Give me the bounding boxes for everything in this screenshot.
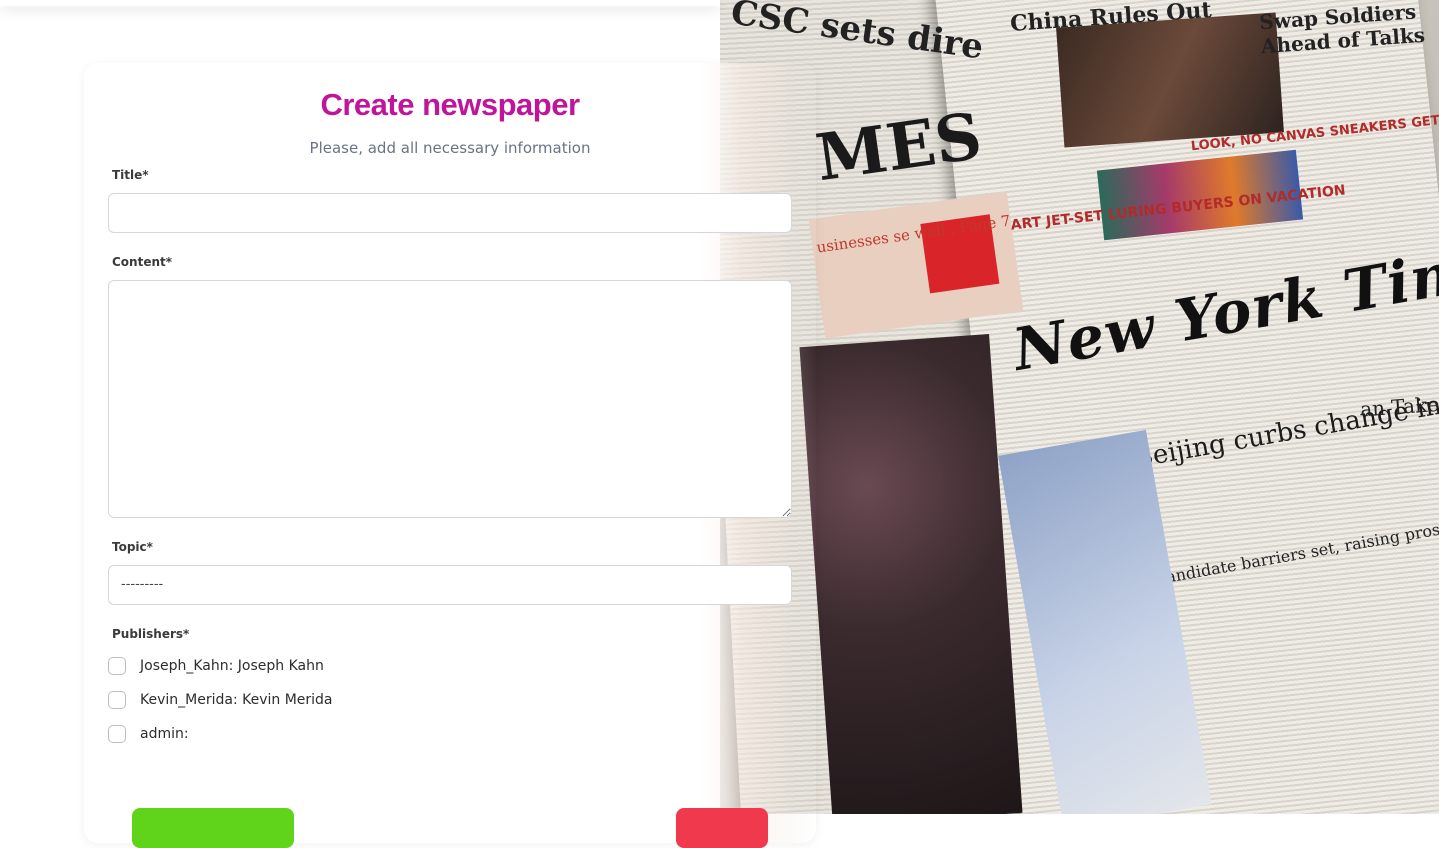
topic-select[interactable]: --------- xyxy=(108,565,792,605)
publisher-checkbox[interactable] xyxy=(108,725,126,743)
content-label: Content* xyxy=(112,255,173,269)
publishers-label: Publishers* xyxy=(112,627,190,641)
page-subtitle: Please, add all necessary information xyxy=(309,139,591,157)
page-title: Create newspaper xyxy=(320,87,580,122)
content-textarea[interactable] xyxy=(108,280,792,518)
publisher-option-admin[interactable]: admin: xyxy=(108,723,189,745)
title-label: Title* xyxy=(112,168,149,182)
publisher-option-joseph-kahn[interactable]: Joseph_Kahn: Joseph Kahn xyxy=(108,655,324,677)
newspaper-photo-top xyxy=(1056,12,1284,148)
create-newspaper-card: Create newspaper Please, add all necessa… xyxy=(84,63,816,848)
publisher-checkbox[interactable] xyxy=(108,657,126,675)
publisher-option-label: Kevin_Merida: Kevin Merida xyxy=(140,692,333,708)
cancel-button[interactable] xyxy=(676,808,768,848)
title-input[interactable] xyxy=(108,193,792,233)
submit-button[interactable] xyxy=(132,808,294,848)
topic-label: Topic* xyxy=(112,540,153,554)
publisher-option-kevin-merida[interactable]: Kevin_Merida: Kevin Merida xyxy=(108,689,333,711)
newspaper-background-image: CSC sets dire China Rules Out Swap Soldi… xyxy=(720,0,1439,814)
top-navbar xyxy=(0,0,720,6)
publisher-option-label: admin: xyxy=(140,726,189,742)
publisher-checkbox[interactable] xyxy=(108,691,126,709)
newspaper-crowd-photo xyxy=(799,333,1023,814)
publisher-option-label: Joseph_Kahn: Joseph Kahn xyxy=(140,658,324,674)
